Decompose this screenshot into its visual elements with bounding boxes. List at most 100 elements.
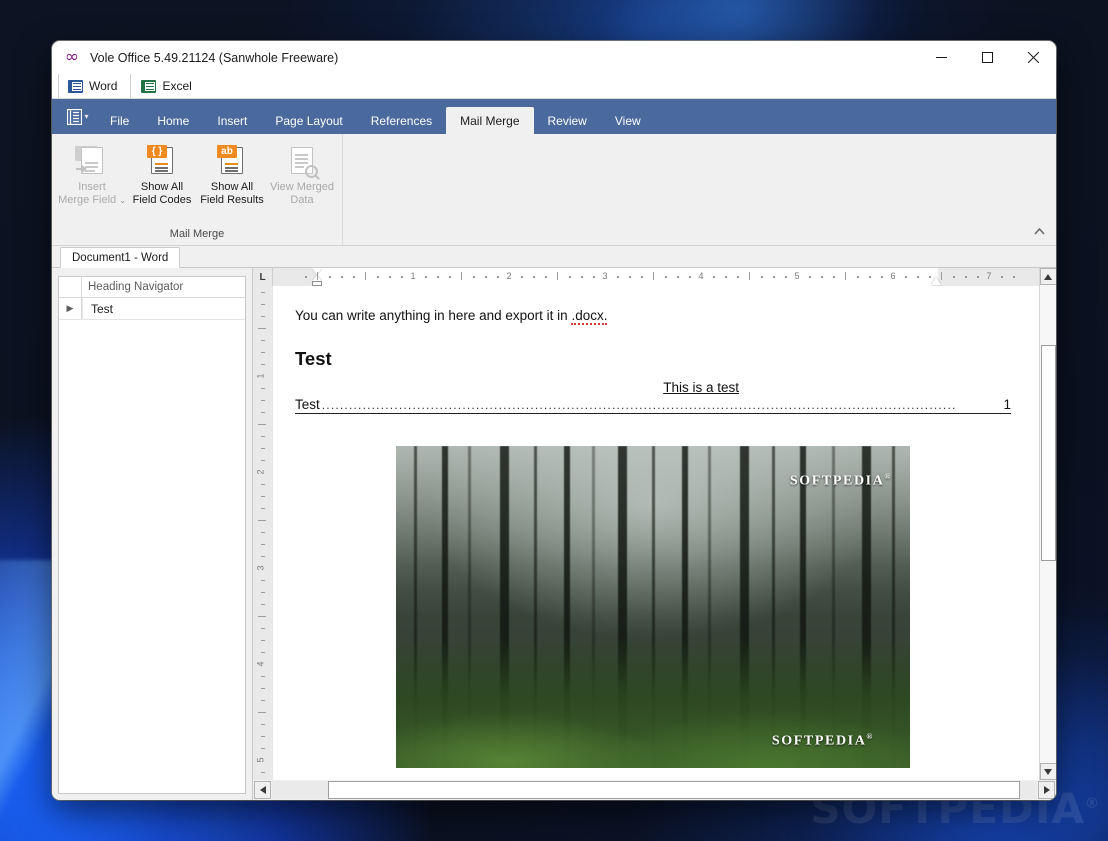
ribbon-tab-view[interactable]: View (601, 107, 655, 134)
ruler-tick (581, 276, 583, 278)
document-page[interactable]: You can write anything in here and expor… (273, 286, 1039, 780)
window-controls (918, 41, 1056, 74)
document-paragraph[interactable]: You can write anything in here and expor… (295, 306, 1011, 326)
minimize-button[interactable] (918, 41, 964, 74)
ribbon-group-items: Insert Merge Field ⌄ { } Show All Field … (58, 134, 336, 228)
ruler-number-3: 3 (602, 271, 608, 281)
navigator-empty-area[interactable] (59, 320, 245, 793)
ruler-tick (977, 276, 979, 278)
page-scroll-container: You can write anything in here and expor… (273, 286, 1039, 780)
horizontal-ruler-row: L 1 2 3 4 5 6 7 (253, 268, 1039, 286)
view-merged-data-button[interactable]: View Merged Data (268, 142, 336, 207)
ruler-tick (593, 276, 595, 278)
ruler-tick (833, 276, 835, 278)
horizontal-ruler[interactable]: 1 2 3 4 5 6 7 (273, 268, 1024, 286)
show-all-field-codes-icon: { } (144, 144, 180, 178)
horizontal-scrollbar[interactable] (253, 780, 1056, 800)
insert-merge-field-button[interactable]: Insert Merge Field ⌄ (58, 142, 126, 207)
ribbon-group-label: Mail Merge (169, 228, 225, 240)
ribbon-tab-mail-merge[interactable]: Mail Merge (446, 107, 534, 134)
scroll-down-button[interactable] (1039, 763, 1056, 780)
vertical-ruler[interactable]: 1 2 3 4 5 (253, 286, 273, 780)
document-toc-entry[interactable]: Test ...................................… (295, 397, 1011, 414)
insert-merge-field-label-2: Merge Field ⌄ (58, 194, 126, 207)
application-tabs: Word Excel (52, 73, 1056, 99)
vruler-number-5: 5 (255, 757, 266, 763)
document-heading[interactable]: Test (295, 348, 1011, 370)
vruler-tick (261, 748, 265, 749)
vruler-tick (261, 556, 265, 557)
vruler-number-1: 1 (255, 373, 266, 379)
forest-photo[interactable]: SOFTPEDIA® SOFTPEDIA® (396, 446, 910, 768)
ribbon-tab-insert[interactable]: Insert (203, 107, 261, 134)
vruler-tick (258, 712, 266, 713)
chevron-up-icon[interactable] (1030, 223, 1048, 239)
vruler-tick (261, 352, 265, 353)
show-all-field-codes-button[interactable]: { } Show All Field Codes (128, 142, 196, 207)
vruler-tick (261, 544, 265, 545)
ruler-tick (425, 276, 427, 278)
vruler-tick (261, 340, 265, 341)
show-all-field-results-button[interactable]: ab Show All Field Results (198, 142, 266, 207)
ruler-tick (401, 276, 403, 278)
ruler-number-4: 4 (698, 271, 704, 281)
vertical-scrollbar-thumb[interactable] (1040, 345, 1056, 561)
ruler-tick (929, 276, 931, 278)
toc-entry-leader: ........................................… (321, 398, 957, 412)
vertical-scrollbar[interactable] (1039, 268, 1056, 780)
scroll-left-button[interactable] (254, 781, 271, 799)
ruler-tick (485, 276, 487, 278)
ruler-tick (461, 272, 462, 280)
app-tab-word[interactable]: Word (58, 73, 132, 98)
horizontal-scrollbar-track[interactable] (272, 781, 1037, 799)
ruler-tick (761, 276, 763, 278)
ruler-tick (353, 276, 355, 278)
right-indent-marker[interactable] (931, 277, 941, 285)
chevron-down-icon[interactable]: ⌄ (119, 196, 126, 205)
ruler-tick (845, 272, 846, 280)
ruler-tick (317, 272, 318, 280)
vruler-tick (261, 736, 265, 737)
ribbon-menu-button[interactable]: ▾ (60, 99, 96, 134)
field-results-badge: ab (217, 145, 237, 158)
view-merged-data-label-2: Data (290, 194, 314, 206)
toc-entry-page: 1 (1003, 397, 1011, 412)
maximize-button[interactable] (964, 41, 1010, 74)
editor-area: L 1234567 12345 You can write anything i… (253, 268, 1056, 800)
vruler-tick (261, 700, 265, 701)
vruler-tick (261, 688, 265, 689)
scroll-up-button[interactable] (1039, 268, 1056, 285)
close-button[interactable] (1010, 41, 1056, 74)
app-tab-excel[interactable]: Excel (131, 73, 205, 98)
magnifier-icon (305, 165, 318, 178)
tab-stop-selector-button[interactable]: L (253, 268, 273, 286)
ruler-tick (785, 276, 787, 278)
vruler-number-2: 2 (255, 469, 266, 475)
photo-watermark-bottom-text: SOFTPEDIA (771, 734, 867, 749)
ruler-tick (965, 276, 967, 278)
show-all-field-results-label-2: Field Results (200, 194, 264, 206)
ruler-tick (653, 272, 654, 280)
ribbon-tab-references[interactable]: References (357, 107, 446, 134)
ruler-tick (689, 276, 691, 278)
ribbon-tab-file[interactable]: File (96, 107, 143, 134)
vertical-scrollbar-track[interactable] (1039, 285, 1056, 763)
vruler-tick (261, 412, 265, 413)
document-toc-title[interactable]: This is a test (295, 380, 1011, 395)
navigator-row[interactable]: ▶ Test (59, 298, 245, 320)
scroll-right-button[interactable] (1038, 781, 1055, 799)
ribbon-tab-home[interactable]: Home (143, 107, 203, 134)
vruler-tick (261, 316, 265, 317)
ruler-tick (737, 276, 739, 278)
vruler-tick (261, 400, 265, 401)
ribbon-spacer (343, 134, 1056, 245)
editor-top: L 1234567 12345 You can write anything i… (253, 268, 1056, 780)
ribbon-tab-review[interactable]: Review (534, 107, 601, 134)
vruler-tick (261, 388, 265, 389)
ribbon-tab-page-layout[interactable]: Page Layout (261, 107, 356, 134)
document-tab-document1[interactable]: Document1 - Word (60, 247, 181, 268)
horizontal-scrollbar-thumb[interactable] (328, 781, 1020, 799)
show-all-field-codes-label-2: Field Codes (132, 194, 192, 206)
vole-office-window: ∞ Vole Office 5.49.21124 (Sanwhole Freew… (52, 41, 1056, 800)
ruler-tick (821, 276, 823, 278)
